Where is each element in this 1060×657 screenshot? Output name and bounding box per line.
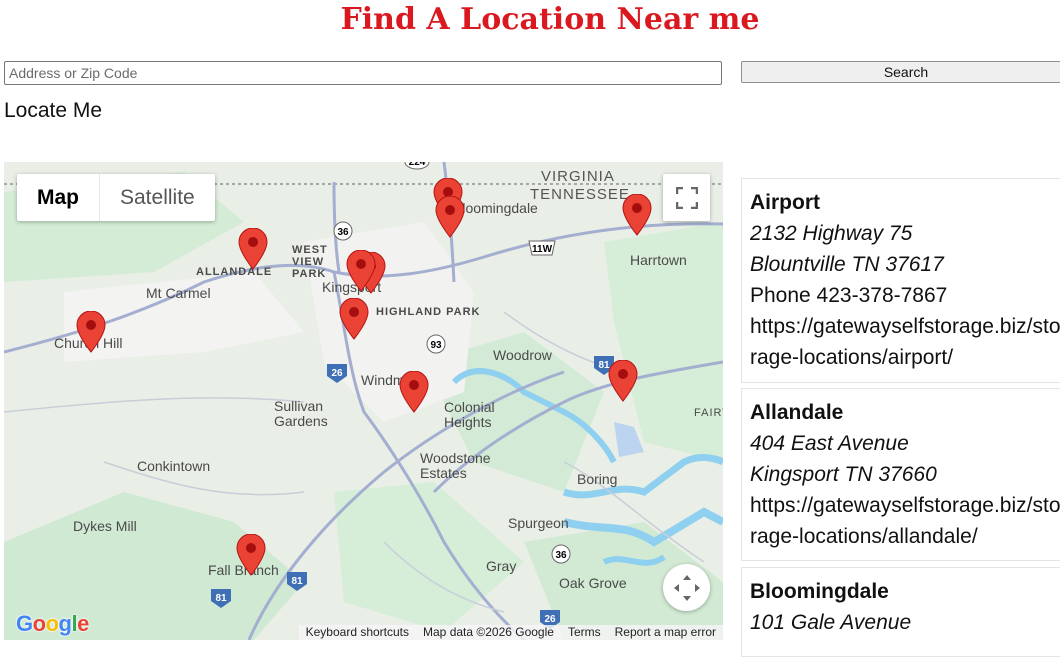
location-card: Allandale 404 East Avenue Kingsport TN 3… (741, 388, 1060, 561)
location-card: Bloomingdale 101 Gale Avenue (741, 567, 1060, 657)
location-name: Bloomingdale (750, 580, 889, 603)
place-label: Woodstone Estates (420, 450, 491, 481)
search-button[interactable]: Search (741, 61, 1060, 83)
map-type-map-button[interactable]: Map (17, 174, 99, 221)
location-marker-icon[interactable] (236, 534, 266, 576)
location-marker-icon[interactable] (339, 298, 369, 340)
place-label: Mt Carmel (146, 285, 211, 301)
place-label: Harrtown (630, 252, 687, 268)
move-arrows-icon (673, 574, 700, 601)
location-url-link[interactable]: https://gatewayselfstorage.biz/storage-l… (750, 311, 1060, 373)
place-label: Colonial Heights (444, 399, 495, 430)
location-address-line1: 101 Gale Avenue (750, 611, 912, 634)
place-label: TENNESSEE (530, 186, 630, 203)
location-marker-icon[interactable] (608, 360, 638, 402)
pan-control-button[interactable] (663, 564, 710, 611)
place-label: Bloomingdale (453, 200, 538, 216)
location-address-line1: 404 East Avenue (750, 432, 909, 455)
place-label: HIGHLAND PARK (376, 306, 481, 318)
place-label: Sullivan Gardens (274, 398, 328, 429)
location-address-line2: Kingsport TN 37660 (750, 463, 937, 486)
location-address-line1: 2132 Highway 75 (750, 222, 913, 245)
map-attribution: Keyboard shortcuts Map data ©2026 Google… (298, 625, 723, 640)
place-label: FAIRV (694, 407, 723, 419)
location-url-link[interactable]: https://gatewayselfstorage.biz/storage-l… (750, 490, 1060, 552)
keyboard-shortcuts-link[interactable]: Keyboard shortcuts (299, 625, 416, 640)
locate-me-link[interactable]: Locate Me (4, 99, 102, 123)
report-error-link[interactable]: Report a map error (608, 625, 723, 640)
location-marker-icon[interactable] (76, 311, 106, 353)
location-marker-icon[interactable] (346, 250, 376, 292)
map-type-control: Map Satellite (17, 174, 215, 221)
location-address-line2: Blountville TN 37617 (750, 253, 944, 276)
location-phone: Phone 423-378-7867 (750, 284, 948, 307)
place-label: WEST VIEW PARK (292, 244, 328, 280)
page-title: Find A Location Near me (340, 2, 760, 37)
location-marker-icon[interactable] (622, 194, 652, 236)
map-view[interactable]: 224 36 11W 93 26 81 36 81 81 26 VIRGINIA… (4, 162, 723, 640)
place-label: Spurgeon (508, 515, 569, 531)
location-marker-icon[interactable] (435, 196, 465, 238)
map-data-text: Map data ©2026 Google (423, 625, 554, 639)
place-label: Conkintown (137, 458, 211, 474)
address-search-input[interactable] (4, 61, 722, 85)
google-logo: Google (16, 611, 89, 636)
place-label: Gray (486, 558, 517, 574)
location-marker-icon[interactable] (238, 228, 268, 270)
place-label: Oak Grove (559, 575, 627, 591)
fullscreen-icon (675, 186, 698, 209)
location-marker-icon[interactable] (399, 371, 429, 413)
location-name: Allandale (750, 401, 844, 424)
terms-link[interactable]: Terms (561, 625, 608, 640)
location-card: Airport 2132 Highway 75 Blountville TN 3… (741, 178, 1060, 383)
place-label: VIRGINIA (541, 168, 615, 185)
map-type-satellite-button[interactable]: Satellite (99, 174, 215, 221)
location-name: Airport (750, 191, 820, 214)
place-label: Dykes Mill (73, 518, 137, 534)
fullscreen-button[interactable] (663, 174, 710, 221)
place-label: Boring (577, 471, 618, 487)
place-label: Woodrow (493, 347, 552, 363)
